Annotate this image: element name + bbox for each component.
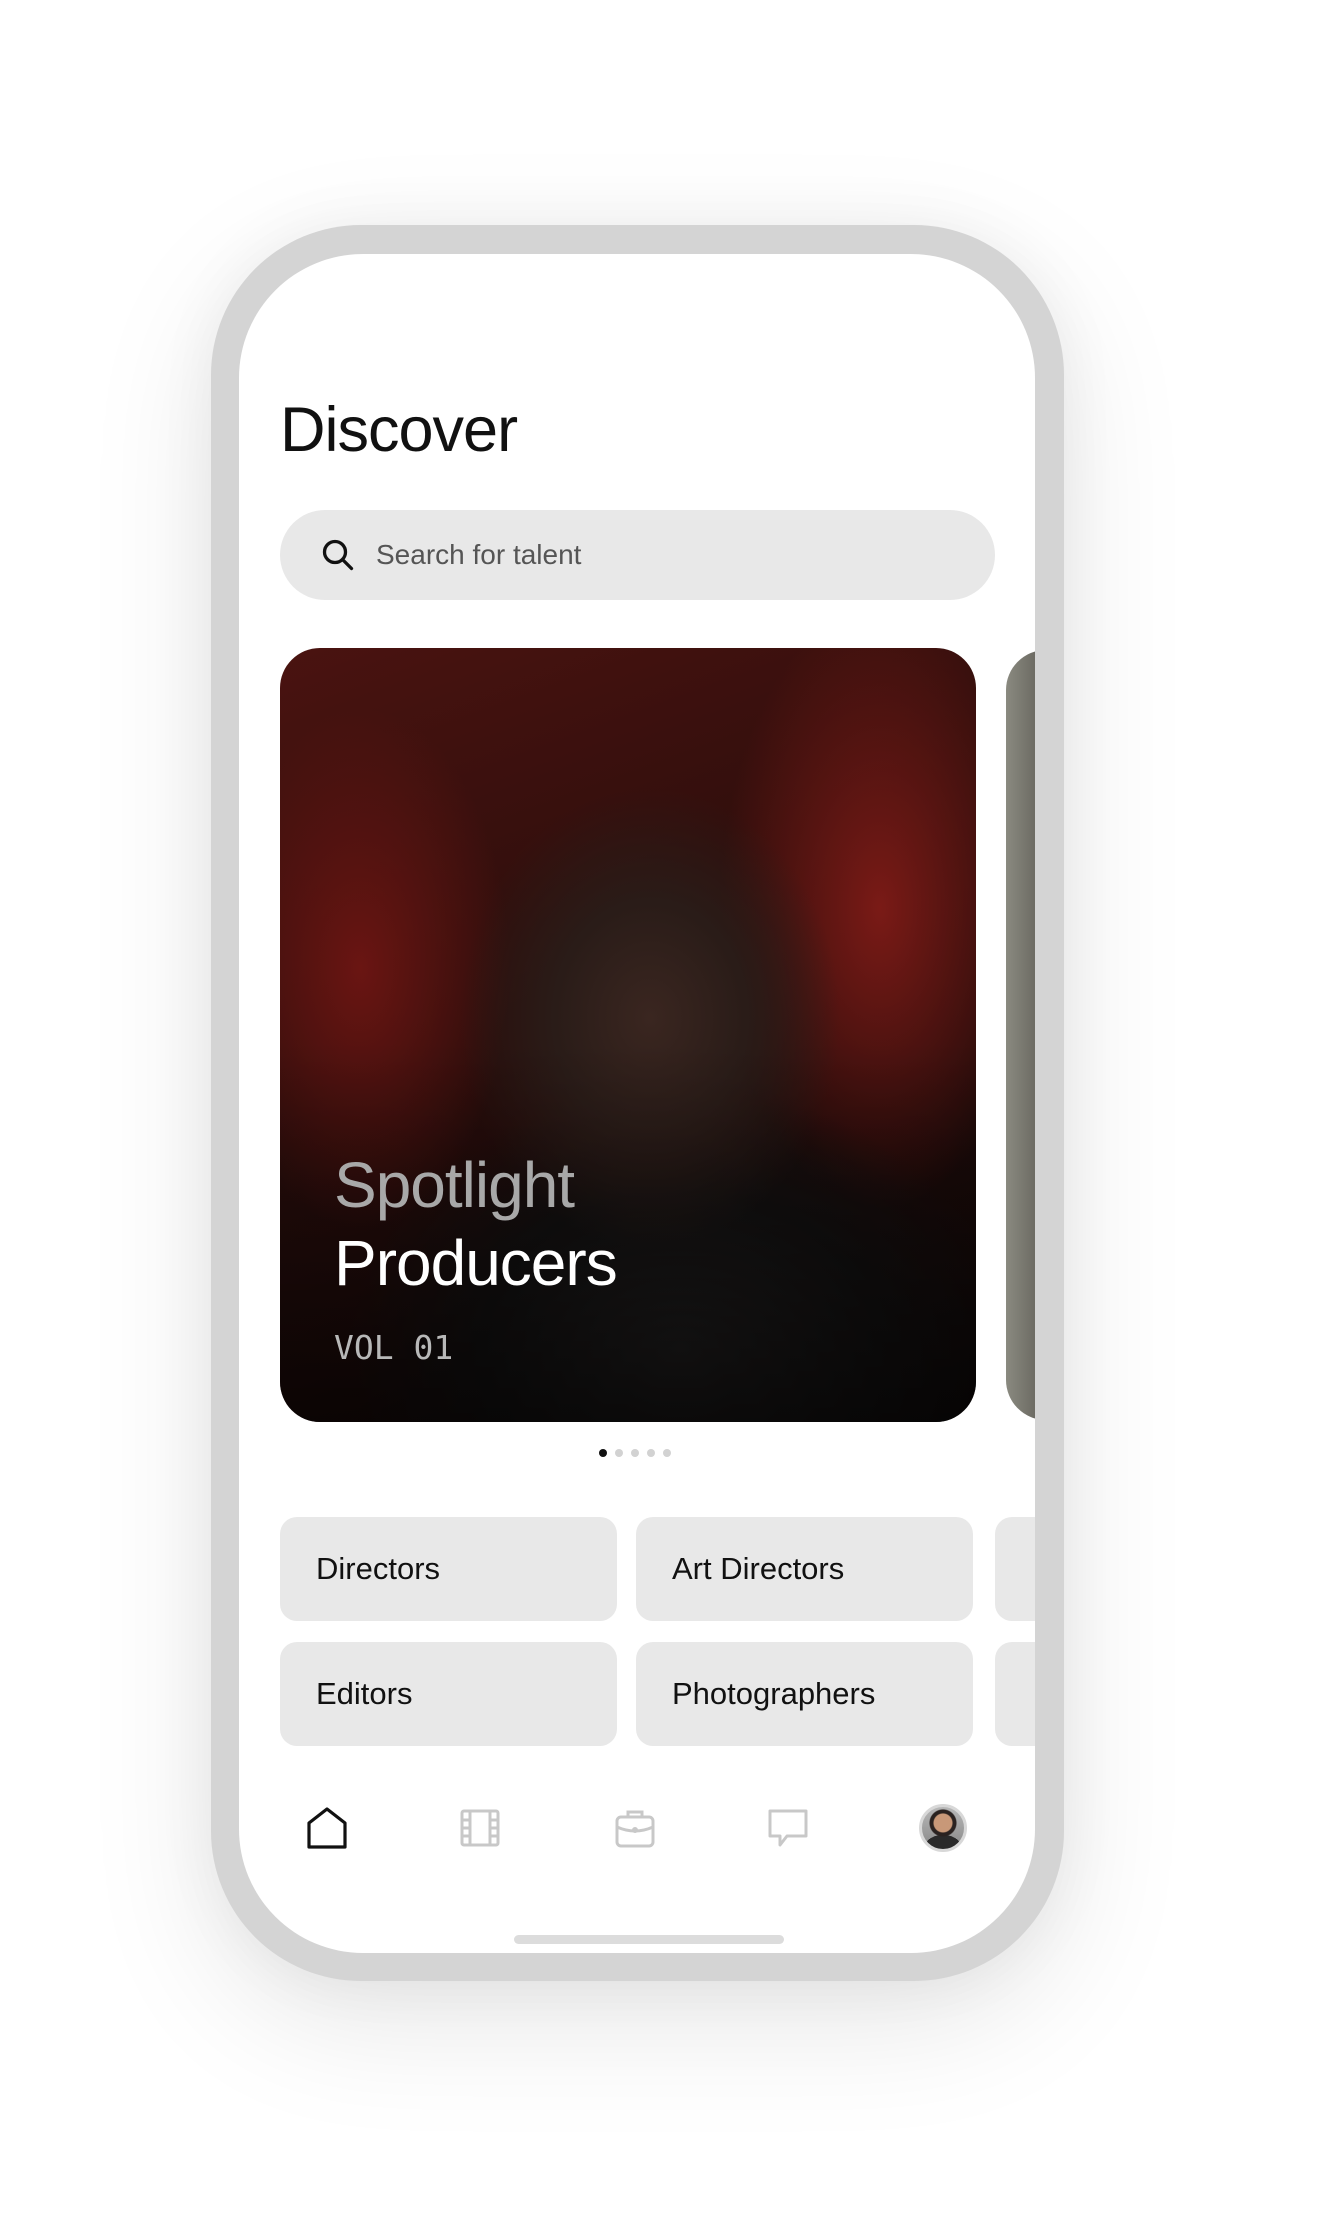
category-label: Editors xyxy=(316,1676,413,1711)
category-more[interactable] xyxy=(995,1517,1035,1621)
category-more[interactable] xyxy=(995,1642,1035,1746)
page-title: Discover xyxy=(280,395,518,465)
category-photographers[interactable]: Photographers xyxy=(636,1642,973,1746)
app-screen: Discover Spotlight Producers VOL 01 Dire… xyxy=(239,254,1035,1953)
briefcase-icon xyxy=(615,1810,655,1848)
home-icon xyxy=(307,1807,347,1849)
search-bar[interactable] xyxy=(280,510,995,600)
nav-jobs[interactable] xyxy=(611,1804,659,1852)
search-icon xyxy=(322,539,354,571)
page-dot[interactable] xyxy=(599,1449,607,1457)
category-editors[interactable]: Editors xyxy=(280,1642,617,1746)
spotlight-volume: VOL 01 xyxy=(334,1328,454,1367)
category-label: Directors xyxy=(316,1551,441,1586)
spotlight-kicker: Spotlight xyxy=(334,1149,575,1221)
phone-frame: Discover Spotlight Producers VOL 01 Dire… xyxy=(211,225,1064,1981)
carousel-pagination xyxy=(599,1449,671,1457)
spotlight-card[interactable]: Spotlight Producers VOL 01 xyxy=(280,648,976,1422)
nav-profile[interactable] xyxy=(919,1804,967,1852)
profile-avatar xyxy=(919,1804,967,1852)
home-indicator[interactable] xyxy=(514,1935,784,1944)
page-dot[interactable] xyxy=(631,1449,639,1457)
nav-messages[interactable] xyxy=(764,1804,812,1852)
nav-home[interactable] xyxy=(303,1804,351,1852)
category-label: Art Directors xyxy=(672,1551,845,1586)
page-dot[interactable] xyxy=(647,1449,655,1457)
category-directors[interactable]: Directors xyxy=(280,1517,617,1621)
chat-icon xyxy=(768,1809,808,1847)
search-input[interactable] xyxy=(374,538,938,572)
category-label: Photographers xyxy=(672,1676,876,1711)
next-spotlight-card[interactable] xyxy=(1006,650,1035,1420)
page-dot[interactable] xyxy=(615,1449,623,1457)
page-dot[interactable] xyxy=(663,1449,671,1457)
category-art-directors[interactable]: Art Directors xyxy=(636,1517,973,1621)
film-icon xyxy=(460,1809,500,1847)
spotlight-heading: Producers xyxy=(334,1227,618,1299)
nav-projects[interactable] xyxy=(456,1804,504,1852)
